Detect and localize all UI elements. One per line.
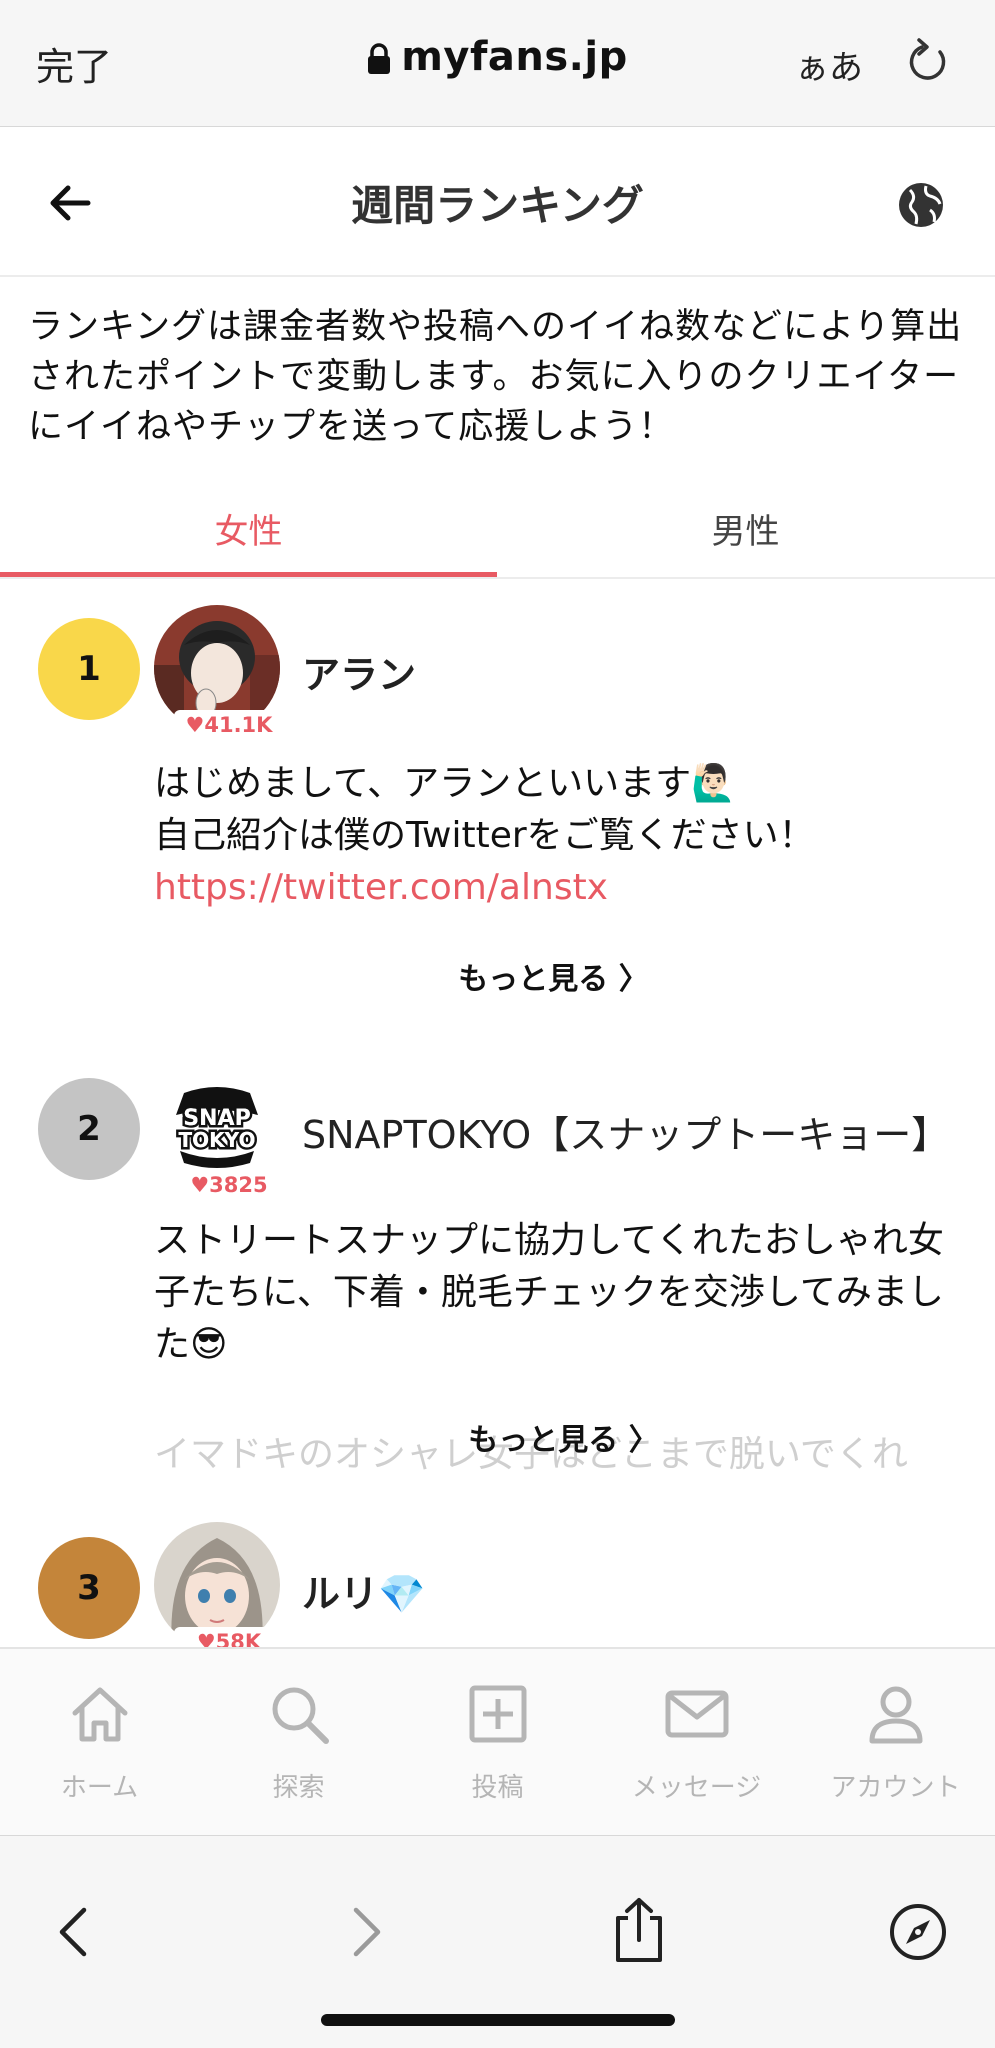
- see-more-button[interactable]: もっと見る 〉: [0, 1415, 995, 1459]
- browser-back-icon[interactable]: [46, 1902, 106, 1962]
- account-icon: [869, 1686, 923, 1744]
- bottom-nav: ホーム 探索 投稿 メッセージ アカウント: [0, 1647, 995, 1835]
- home-indicator[interactable]: [321, 2014, 675, 2026]
- nav-item-account[interactable]: アカウント: [796, 1649, 995, 1837]
- lock-icon: [368, 43, 391, 74]
- bio-link[interactable]: https://twitter.com/alnstx: [154, 862, 974, 914]
- bio-line: はじめまして、アランといいます🙋🏻‍♂️: [154, 763, 736, 804]
- browser-toolbar: [0, 1835, 995, 2048]
- nav-label: アカウント: [830, 1773, 961, 1803]
- browser-forward-icon[interactable]: [334, 1902, 394, 1962]
- page-title: 週間ランキング: [351, 181, 644, 230]
- creator-name[interactable]: SNAPTOKYO【スナップトーキョー】: [302, 1104, 949, 1159]
- nav-item-post[interactable]: 投稿: [398, 1649, 597, 1837]
- rank-badge: 1: [38, 618, 140, 720]
- nav-label: 探索: [272, 1773, 325, 1803]
- mail-icon: [665, 1690, 729, 1738]
- see-more-button[interactable]: もっと見る 〉: [0, 954, 995, 998]
- creator-bio: はじめまして、アランといいます🙋🏻‍♂️ 自己紹介は僕のTwitterをご覧くだ…: [154, 758, 974, 914]
- text-size-button[interactable]: ぁあ: [795, 40, 863, 89]
- creator-bio: ストリートスナップに協力してくれたおしゃれ女子たちに、下着・脱毛チェックを交渉し…: [154, 1220, 944, 1365]
- reload-icon[interactable]: [904, 36, 950, 86]
- nav-item-explore[interactable]: 探索: [199, 1649, 398, 1837]
- compass-icon[interactable]: [888, 1902, 948, 1962]
- home-icon: [72, 1687, 128, 1742]
- nav-label: 投稿: [471, 1773, 524, 1803]
- nav-label: メッセージ: [631, 1773, 762, 1803]
- tab-female[interactable]: 女性: [0, 497, 497, 577]
- share-icon[interactable]: [608, 1896, 670, 1964]
- rank-badge: 2: [38, 1078, 140, 1180]
- post-icon: [469, 1685, 527, 1743]
- globe-icon[interactable]: [896, 180, 946, 230]
- svg-text:TOKYO: TOKYO: [179, 1128, 256, 1152]
- bio-line: 自己紹介は僕のTwitterをご覧ください！: [154, 815, 815, 856]
- search-icon: [272, 1687, 329, 1744]
- browser-top-bar: 完了 myfans.jp ぁあ: [0, 0, 995, 127]
- gender-tabs: 女性 男性: [0, 497, 995, 579]
- creator-name[interactable]: アラン: [302, 644, 416, 699]
- ranking-description: ランキングは課金者数や投稿へのイイね数などにより算出されたポイントで変動します。…: [28, 307, 963, 447]
- app-header: 週間ランキング: [0, 128, 995, 277]
- url-text: myfans.jp: [401, 34, 628, 80]
- tab-male[interactable]: 男性: [497, 497, 994, 577]
- likes-count: ♥3825: [174, 1170, 284, 1200]
- nav-item-messages[interactable]: メッセージ: [597, 1649, 796, 1837]
- nav-item-home[interactable]: ホーム: [0, 1649, 199, 1837]
- rank-badge: 3: [38, 1537, 140, 1639]
- creator-name[interactable]: ルリ💎: [302, 1563, 425, 1618]
- nav-label: ホーム: [60, 1773, 139, 1803]
- screen: 完了 myfans.jp ぁあ 週間ランキング ランキングは課金者数や投稿へのイ…: [0, 0, 995, 2048]
- likes-count: ♥41.1K: [174, 710, 284, 740]
